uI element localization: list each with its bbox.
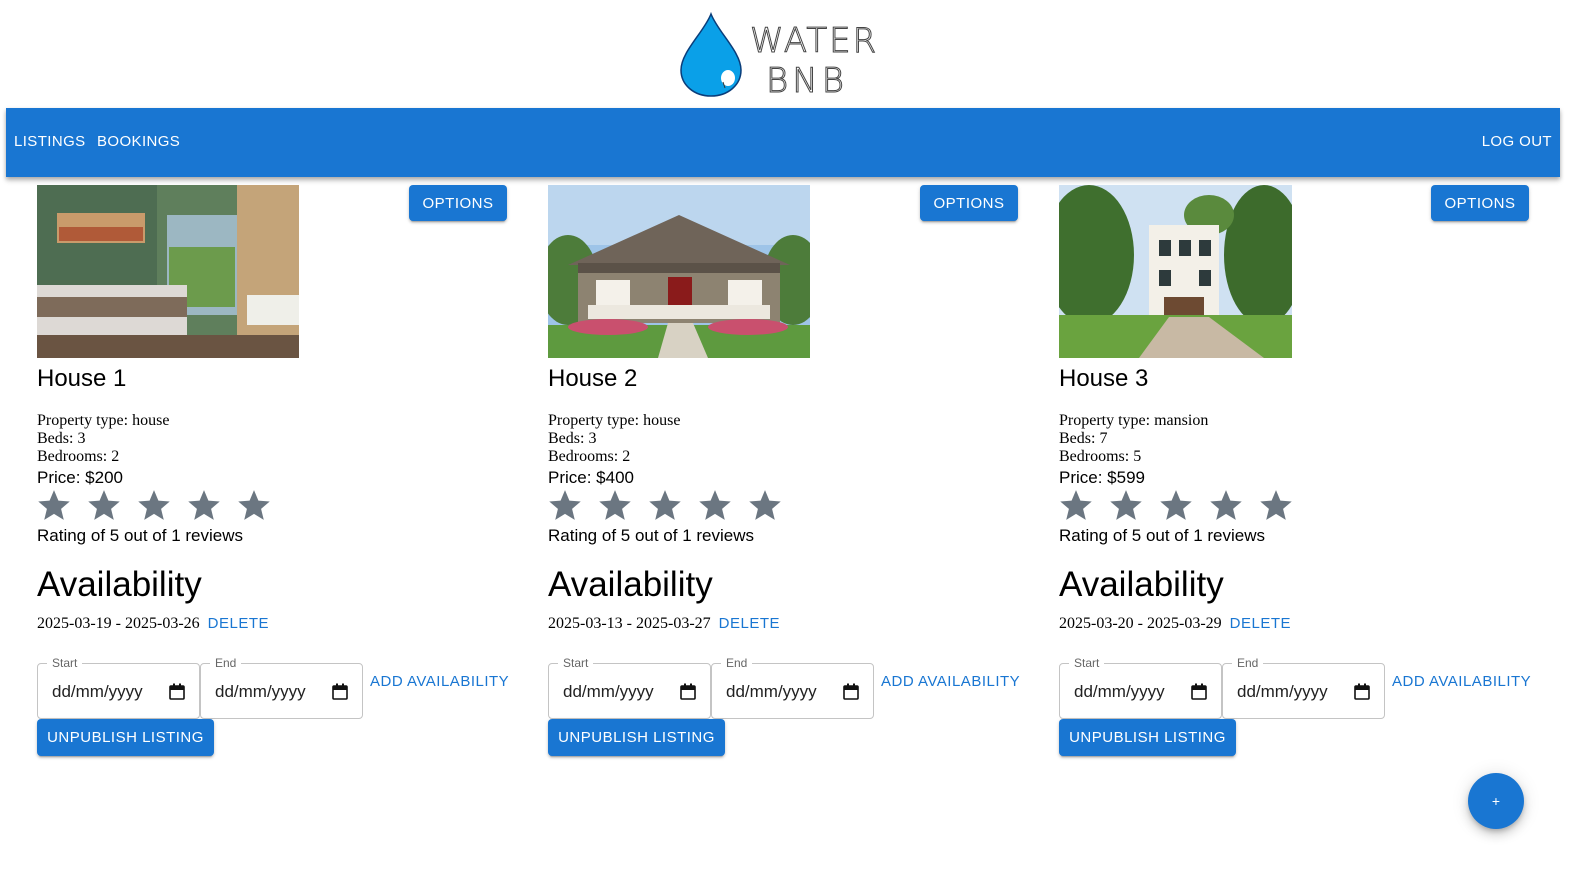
property-type: Property type: house <box>548 412 681 429</box>
star-icon <box>1210 490 1242 520</box>
start-date-label: Start <box>558 656 594 670</box>
star-icon <box>549 490 581 520</box>
calendar-icon[interactable] <box>1191 683 1207 700</box>
rating-summary: Rating of 5 out of 1 reviews <box>548 526 755 545</box>
add-availability-button[interactable]: ADD AVAILABILITY <box>1392 673 1531 690</box>
listing-card: OPTIONS House 3 Property type: mansion B… <box>1059 185 1539 765</box>
listing-thumbnail-house-exterior-photo <box>548 185 810 358</box>
star-icon <box>1260 490 1292 520</box>
star-rating <box>548 488 782 524</box>
water-bnb-logo: WATER BNB <box>676 10 886 100</box>
start-date-value: dd/mm/yyyy <box>52 682 143 701</box>
bedrooms-count: Bedrooms: 2 <box>37 448 120 465</box>
listing-title: House 1 <box>37 365 127 392</box>
star-icon <box>749 490 781 520</box>
end-date-label: End <box>210 656 242 670</box>
nav-logout-button[interactable]: LOG OUT <box>1482 130 1552 154</box>
end-date-field[interactable]: End dd/mm/yyyy <box>1222 656 1385 719</box>
star-rating <box>1059 488 1293 524</box>
availability-heading: Availability <box>548 565 713 604</box>
listing-thumbnail-mansion-photo <box>1059 185 1292 358</box>
bedrooms-count: Bedrooms: 5 <box>1059 448 1142 465</box>
unpublish-listing-button[interactable]: UNPUBLISH LISTING <box>1059 719 1236 756</box>
bedrooms-count: Bedrooms: 2 <box>548 448 631 465</box>
star-icon <box>138 490 170 520</box>
water-drop-logo-icon <box>680 11 742 97</box>
end-date-label: End <box>1232 656 1264 670</box>
beds-count: Beds: 3 <box>548 430 597 447</box>
listing-details: Property type: mansion Beds: 7 Bedrooms:… <box>1059 412 1208 466</box>
options-button[interactable]: OPTIONS <box>409 185 507 221</box>
start-date-field[interactable]: Start dd/mm/yyyy <box>37 656 200 719</box>
availability-heading: Availability <box>1059 565 1224 604</box>
nav-bookings-button[interactable]: BOOKINGS <box>97 130 180 154</box>
listing-card: OPTIONS House 2 Property type: house Bed… <box>548 185 1028 765</box>
listing-price: Price: $599 <box>1059 468 1145 487</box>
start-date-label: Start <box>1069 656 1105 670</box>
end-date-value: dd/mm/yyyy <box>215 682 306 701</box>
availability-range: 2025-03-20 - 2025-03-29 <box>1059 615 1222 632</box>
start-date-field[interactable]: Start dd/mm/yyyy <box>1059 656 1222 719</box>
start-date-field[interactable]: Start dd/mm/yyyy <box>548 656 711 719</box>
add-listing-fab-button[interactable]: + <box>1468 773 1524 829</box>
delete-availability-button[interactable]: DELETE <box>208 615 269 632</box>
availability-heading: Availability <box>37 565 202 604</box>
options-button[interactable]: OPTIONS <box>920 185 1018 221</box>
calendar-icon[interactable] <box>169 683 185 700</box>
star-icon <box>599 490 631 520</box>
start-date-label: Start <box>47 656 83 670</box>
property-type: Property type: house <box>37 412 170 429</box>
calendar-icon[interactable] <box>843 683 859 700</box>
star-icon <box>649 490 681 520</box>
availability-range: 2025-03-19 - 2025-03-26 <box>37 615 200 632</box>
end-date-value: dd/mm/yyyy <box>726 682 817 701</box>
listing-price: Price: $200 <box>37 468 123 487</box>
unpublish-listing-button[interactable]: UNPUBLISH LISTING <box>37 719 214 756</box>
star-rating <box>37 488 271 524</box>
availability-range-row: 2025-03-20 - 2025-03-29 DELETE <box>1059 615 1291 633</box>
beds-count: Beds: 3 <box>37 430 86 447</box>
delete-availability-button[interactable]: DELETE <box>719 615 780 632</box>
start-date-value: dd/mm/yyyy <box>563 682 654 701</box>
rating-summary: Rating of 5 out of 1 reviews <box>1059 526 1266 545</box>
end-date-field[interactable]: End dd/mm/yyyy <box>200 656 363 719</box>
star-icon <box>88 490 120 520</box>
listing-thumbnail-bedroom-photo <box>37 185 299 358</box>
availability-range-row: 2025-03-19 - 2025-03-26 DELETE <box>37 615 269 633</box>
star-icon <box>1110 490 1142 520</box>
options-button[interactable]: OPTIONS <box>1431 185 1529 221</box>
listing-card: OPTIONS House 1 Property type: house Bed… <box>37 185 517 765</box>
calendar-icon[interactable] <box>680 683 696 700</box>
star-icon <box>188 490 220 520</box>
delete-availability-button[interactable]: DELETE <box>1230 615 1291 632</box>
availability-range-row: 2025-03-13 - 2025-03-27 DELETE <box>548 615 780 633</box>
beds-count: Beds: 7 <box>1059 430 1108 447</box>
end-date-value: dd/mm/yyyy <box>1237 682 1328 701</box>
start-date-value: dd/mm/yyyy <box>1074 682 1165 701</box>
listing-title: House 2 <box>548 365 638 392</box>
listing-title: House 3 <box>1059 365 1149 392</box>
nav-listings-button[interactable]: LISTINGS <box>14 130 86 154</box>
star-icon <box>238 490 270 520</box>
star-icon <box>699 490 731 520</box>
rating-summary: Rating of 5 out of 1 reviews <box>37 526 244 545</box>
top-navigation-bar: LISTINGS BOOKINGS LOG OUT <box>6 108 1560 177</box>
end-date-label: End <box>721 656 753 670</box>
logo-word-bnb: BNB <box>766 61 848 100</box>
listing-details: Property type: house Beds: 3 Bedrooms: 2 <box>37 412 169 466</box>
star-icon <box>1160 490 1192 520</box>
calendar-icon[interactable] <box>1354 683 1370 700</box>
listing-price: Price: $400 <box>548 468 634 487</box>
add-availability-button[interactable]: ADD AVAILABILITY <box>881 673 1020 690</box>
end-date-field[interactable]: End dd/mm/yyyy <box>711 656 874 719</box>
star-icon <box>38 490 70 520</box>
property-type: Property type: mansion <box>1059 412 1209 429</box>
availability-range: 2025-03-13 - 2025-03-27 <box>548 615 711 632</box>
add-availability-button[interactable]: ADD AVAILABILITY <box>370 673 509 690</box>
star-icon <box>1060 490 1092 520</box>
logo-word-water: WATER <box>750 21 878 61</box>
unpublish-listing-button[interactable]: UNPUBLISH LISTING <box>548 719 725 756</box>
listing-details: Property type: house Beds: 3 Bedrooms: 2 <box>548 412 680 466</box>
calendar-icon[interactable] <box>332 683 348 700</box>
